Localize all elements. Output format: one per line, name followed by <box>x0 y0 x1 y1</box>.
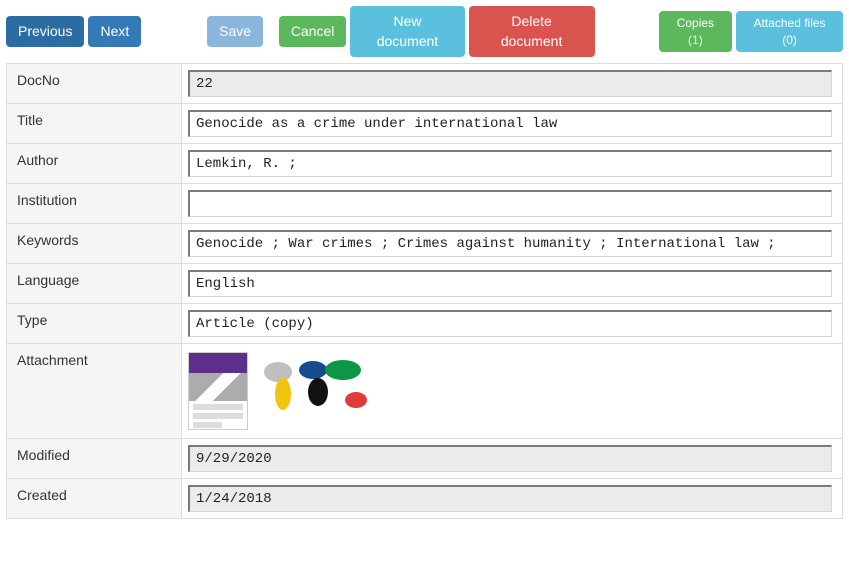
copies-button[interactable]: Copies (1) <box>659 11 732 53</box>
docno-field <box>188 70 832 97</box>
delete-document-button[interactable]: Delete document <box>469 6 595 57</box>
attachment-thumbnail-2[interactable] <box>258 352 378 422</box>
label-type: Type <box>7 304 182 344</box>
document-form: DocNo Title Author Institution Keywords … <box>6 63 843 519</box>
label-author: Author <box>7 144 182 184</box>
label-title: Title <box>7 104 182 144</box>
language-field[interactable] <box>188 270 832 297</box>
attachment-thumbnail-1[interactable] <box>188 352 248 430</box>
author-field[interactable] <box>188 150 832 177</box>
attachment-area <box>188 350 832 432</box>
type-field[interactable] <box>188 310 832 337</box>
label-institution: Institution <box>7 184 182 224</box>
new-document-button[interactable]: New document <box>350 6 464 57</box>
save-button[interactable]: Save <box>207 16 263 48</box>
attached-files-button[interactable]: Attached files (0) <box>736 11 843 53</box>
label-keywords: Keywords <box>7 224 182 264</box>
cancel-button[interactable]: Cancel <box>279 16 347 48</box>
keywords-field[interactable] <box>188 230 832 257</box>
toolbar: Previous Next Save Cancel New document D… <box>6 6 843 63</box>
modified-field <box>188 445 832 472</box>
label-attachment: Attachment <box>7 344 182 439</box>
label-modified: Modified <box>7 439 182 479</box>
label-language: Language <box>7 264 182 304</box>
label-docno: DocNo <box>7 64 182 104</box>
previous-button[interactable]: Previous <box>6 16 84 48</box>
title-field[interactable] <box>188 110 832 137</box>
next-button[interactable]: Next <box>88 16 141 48</box>
institution-field[interactable] <box>188 190 832 217</box>
created-field <box>188 485 832 512</box>
label-created: Created <box>7 479 182 519</box>
